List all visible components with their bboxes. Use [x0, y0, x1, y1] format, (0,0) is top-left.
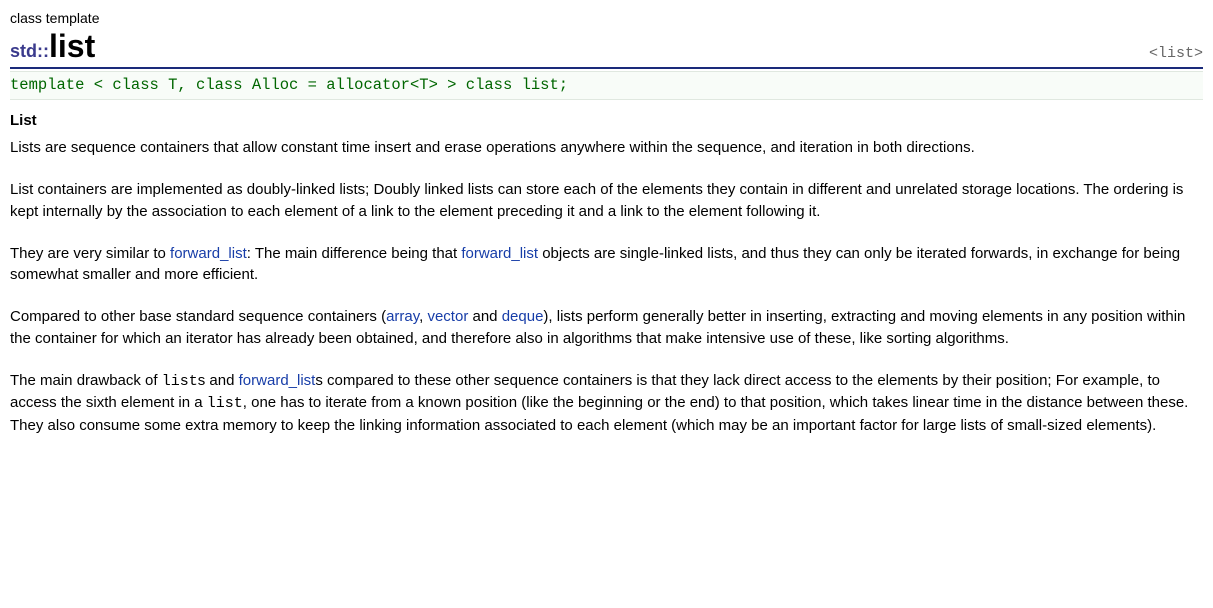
text-fragment: s and [198, 372, 239, 389]
class-name: list [49, 30, 95, 62]
text-fragment: The main drawback of [10, 372, 162, 389]
forward-list-link[interactable]: forward_list [239, 372, 316, 389]
text-fragment: and [468, 308, 501, 325]
array-link[interactable]: array [386, 308, 419, 325]
prototype-header: std::list <list> [10, 30, 1203, 69]
vector-link[interactable]: vector [427, 308, 468, 325]
header-include: <list> [1149, 43, 1203, 65]
paragraph-3: They are very similar to forward_list: T… [10, 243, 1203, 287]
paragraph-4: Compared to other base standard sequence… [10, 306, 1203, 350]
prototype-left: std::list [10, 30, 95, 64]
text-fragment: Compared to other base standard sequence… [10, 308, 386, 325]
paragraph-1: Lists are sequence containers that allow… [10, 137, 1203, 159]
section-title: List [10, 110, 1203, 132]
paragraph-5: The main drawback of lists and forward_l… [10, 370, 1203, 437]
category-label: class template [10, 8, 1203, 28]
namespace-label: std:: [10, 38, 49, 64]
template-declaration: template < class T, class Alloc = alloca… [10, 71, 1203, 99]
forward-list-link[interactable]: forward_list [170, 245, 247, 262]
text-fragment: They are very similar to [10, 245, 170, 262]
forward-list-link[interactable]: forward_list [461, 245, 538, 262]
list-mono: list [207, 395, 243, 412]
paragraph-2: List containers are implemented as doubl… [10, 179, 1203, 223]
list-mono: list [162, 373, 198, 390]
deque-link[interactable]: deque [502, 308, 544, 325]
text-fragment: : The main difference being that [247, 245, 462, 262]
